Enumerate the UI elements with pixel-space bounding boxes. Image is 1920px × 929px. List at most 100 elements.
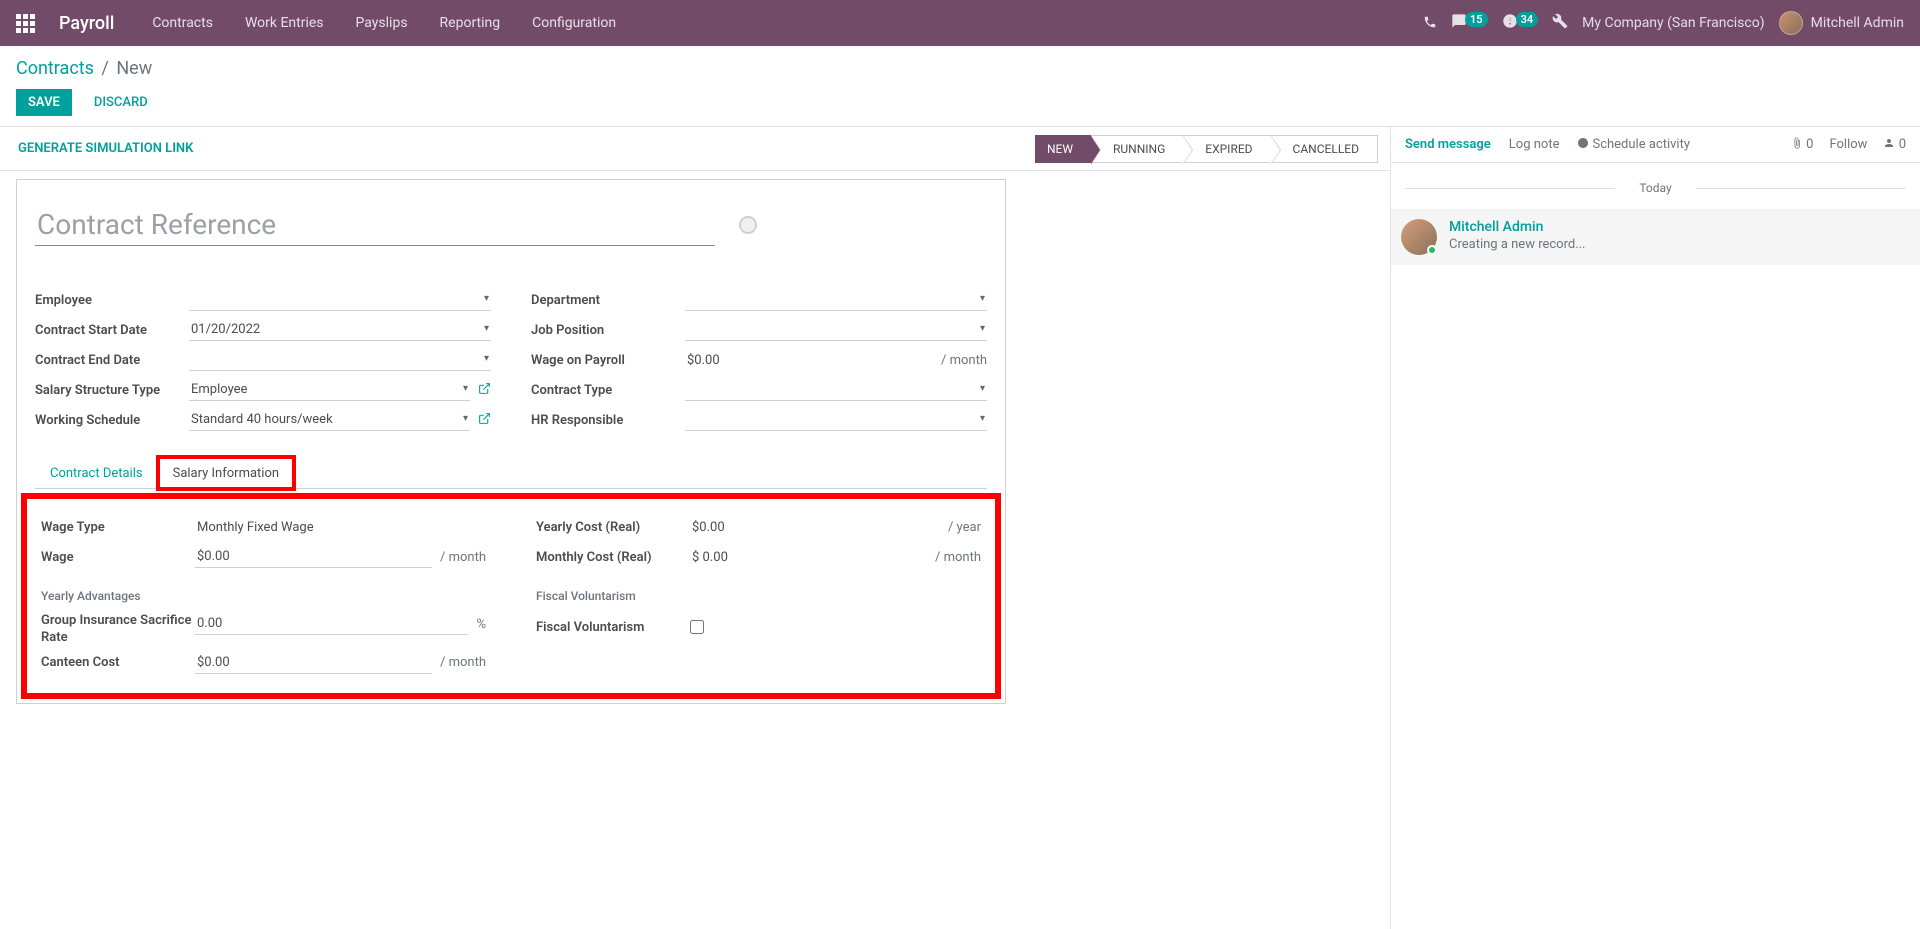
nav-payslips[interactable]: Payslips — [342, 7, 422, 39]
chatter: Send message Log note Schedule activity … — [1390, 127, 1920, 929]
label-fiscal-voluntarism: Fiscal Voluntarism — [536, 620, 690, 635]
monthly-cost-value: $ 0.00 — [690, 547, 927, 568]
nav-contracts[interactable]: Contracts — [138, 7, 227, 39]
attachment-count[interactable]: 0 — [1791, 137, 1814, 152]
discuss-badge: 15 — [1465, 12, 1488, 27]
nav-work-entries[interactable]: Work Entries — [231, 7, 338, 39]
label-monthly-cost: Monthly Cost (Real) — [536, 550, 690, 565]
follower-count[interactable]: 0 — [1883, 137, 1906, 152]
label-job-position: Job Position — [531, 323, 685, 338]
working-schedule-field[interactable] — [189, 409, 470, 431]
external-link-icon[interactable] — [478, 382, 491, 399]
breadcrumb-current: New — [116, 58, 152, 79]
control-panel: Contracts / New SAVE DISCARD — [0, 46, 1920, 127]
follow-button[interactable]: Follow — [1829, 137, 1867, 152]
status-running[interactable]: RUNNING — [1091, 135, 1183, 163]
navbar: Payroll Contracts Work Entries Payslips … — [0, 0, 1920, 46]
tab-salary-information[interactable]: Salary Information — [158, 457, 294, 489]
nav-reporting[interactable]: Reporting — [426, 7, 515, 39]
chevron-down-icon[interactable]: ▾ — [484, 323, 489, 334]
status-cancelled[interactable]: CANCELLED — [1271, 135, 1378, 163]
external-link-icon[interactable] — [478, 412, 491, 429]
company-selector[interactable]: My Company (San Francisco) — [1582, 15, 1764, 31]
chevron-down-icon[interactable]: ▾ — [463, 413, 468, 424]
label-wage: Wage — [41, 550, 195, 565]
label-yearly-cost: Yearly Cost (Real) — [536, 520, 690, 535]
label-employee: Employee — [35, 293, 189, 308]
chevron-down-icon[interactable]: ▾ — [980, 383, 985, 394]
label-group-insurance: Group Insurance Sacrifice Rate — [41, 613, 195, 647]
tab-contract-details[interactable]: Contract Details — [35, 457, 158, 489]
canteen-suffix: / month — [440, 655, 486, 670]
group-insurance-field[interactable] — [195, 613, 468, 635]
wage-type-value: Monthly Fixed Wage — [195, 517, 316, 538]
avatar-icon — [1779, 11, 1803, 35]
yearly-cost-suffix: / year — [948, 520, 981, 535]
debug-icon[interactable] — [1552, 13, 1568, 33]
chevron-down-icon[interactable]: ▾ — [484, 293, 489, 304]
discuss-icon[interactable]: 15 — [1451, 13, 1488, 33]
call-icon[interactable] — [1423, 14, 1437, 33]
job-position-field[interactable] — [685, 319, 987, 341]
section-fiscal-voluntarism: Fiscal Voluntarism — [536, 589, 981, 603]
label-end-date: Contract End Date — [35, 353, 189, 368]
generate-simulation-link[interactable]: GENERATE SIMULATION LINK — [12, 141, 193, 156]
section-yearly-advantages: Yearly Advantages — [41, 589, 486, 603]
label-contract-type: Contract Type — [531, 383, 685, 398]
breadcrumb-link[interactable]: Contracts — [16, 58, 94, 79]
canteen-cost-field[interactable] — [195, 652, 432, 674]
status-new[interactable]: NEW — [1035, 135, 1091, 163]
hr-responsible-field[interactable] — [685, 409, 987, 431]
save-button[interactable]: SAVE — [16, 89, 72, 116]
chevron-down-icon[interactable]: ▾ — [463, 383, 468, 394]
wage-field[interactable] — [195, 546, 432, 568]
label-start-date: Contract Start Date — [35, 323, 189, 338]
wage-on-payroll-field[interactable] — [685, 350, 933, 371]
app-brand[interactable]: Payroll — [59, 13, 114, 34]
activity-icon[interactable]: 34 — [1502, 13, 1539, 33]
discard-button[interactable]: DISCARD — [82, 89, 160, 116]
message-author[interactable]: Mitchell Admin — [1449, 219, 1586, 235]
kanban-color-picker[interactable] — [739, 216, 757, 234]
start-date-field[interactable] — [189, 319, 491, 341]
chevron-down-icon[interactable]: ▾ — [980, 293, 985, 304]
label-department: Department — [531, 293, 685, 308]
today-separator: Today — [1405, 181, 1906, 195]
send-message-button[interactable]: Send message — [1405, 137, 1491, 152]
wage-suffix: / month — [440, 550, 486, 565]
wage-suffix: / month — [941, 353, 987, 368]
status-expired[interactable]: EXPIRED — [1183, 135, 1270, 163]
label-wage-type: Wage Type — [41, 520, 195, 535]
fiscal-voluntarism-checkbox[interactable] — [690, 620, 704, 634]
tabs: Contract Details Salary Information — [35, 456, 987, 489]
nav-configuration[interactable]: Configuration — [518, 7, 630, 39]
form-sheet: Employee ▾ Contract Start Date ▾ Contrac… — [16, 179, 1006, 704]
message-text: Creating a new record... — [1449, 237, 1586, 252]
schedule-activity-button[interactable]: Schedule activity — [1577, 137, 1690, 152]
activity-badge: 34 — [1516, 12, 1539, 27]
avatar-icon — [1401, 219, 1437, 255]
percent-suffix: % — [476, 617, 486, 632]
end-date-field[interactable] — [189, 349, 491, 371]
yearly-cost-field[interactable] — [690, 517, 940, 538]
chevron-down-icon[interactable]: ▾ — [980, 323, 985, 334]
salary-structure-field[interactable] — [189, 379, 470, 401]
contract-reference-input[interactable] — [35, 204, 715, 246]
monthly-cost-suffix: / month — [935, 550, 981, 565]
department-field[interactable] — [685, 289, 987, 311]
tab-salary-content: Wage Type Monthly Fixed Wage Wage / mont… — [21, 493, 1001, 699]
label-wage-on-payroll: Wage on Payroll — [531, 353, 685, 368]
user-name: Mitchell Admin — [1811, 15, 1904, 31]
chevron-down-icon[interactable]: ▾ — [484, 353, 489, 364]
form-view: GENERATE SIMULATION LINK NEW RUNNING EXP… — [0, 127, 1390, 929]
statusbar: NEW RUNNING EXPIRED CANCELLED — [1035, 135, 1378, 163]
employee-field[interactable] — [189, 289, 491, 311]
label-hr-responsible: HR Responsible — [531, 413, 685, 428]
log-note-button[interactable]: Log note — [1509, 137, 1560, 152]
label-canteen-cost: Canteen Cost — [41, 655, 195, 670]
apps-icon[interactable] — [16, 14, 35, 33]
user-menu[interactable]: Mitchell Admin — [1779, 11, 1904, 35]
label-salary-structure: Salary Structure Type — [35, 383, 189, 398]
chevron-down-icon[interactable]: ▾ — [980, 413, 985, 424]
contract-type-field[interactable] — [685, 379, 987, 401]
